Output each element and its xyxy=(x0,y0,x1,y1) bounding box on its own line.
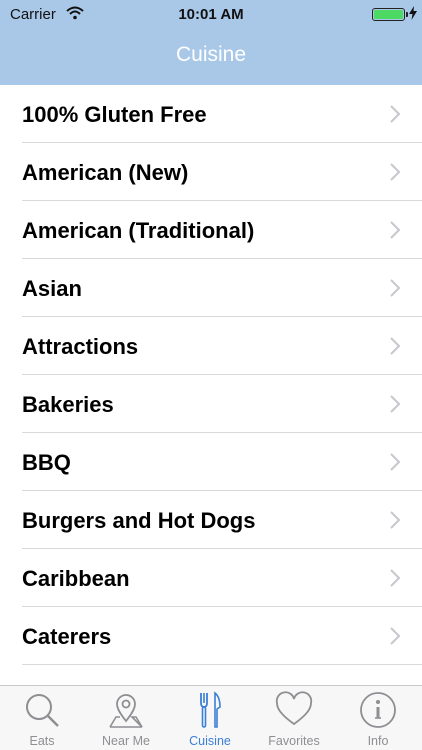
list-item[interactable]: Attractions xyxy=(0,317,422,375)
list-item-label: Caribbean xyxy=(22,566,130,591)
tab-label: Favorites xyxy=(268,734,320,748)
list-item[interactable]: Caterers xyxy=(0,607,422,665)
list-item-label: Bakeries xyxy=(22,392,114,417)
fork-knife-icon xyxy=(200,691,221,728)
tab-label: Info xyxy=(367,734,389,748)
charging-icon xyxy=(409,6,417,20)
list-item[interactable]: BBQ xyxy=(0,433,422,491)
list-item[interactable]: American (Traditional) xyxy=(0,201,422,259)
list-item-label: Caterers xyxy=(22,624,112,649)
heart-icon xyxy=(275,691,313,726)
list-item[interactable]: American (New) xyxy=(0,143,422,201)
status-bar: Carrier 10:01 AM xyxy=(0,0,422,30)
chevron-right-icon xyxy=(390,511,401,529)
list-item-label: Burgers and Hot Dogs xyxy=(22,508,256,533)
search-icon xyxy=(26,694,59,727)
list-item-label: American (Traditional) xyxy=(22,218,255,243)
info-icon xyxy=(360,692,396,728)
nav-header: Carrier 10:01 AM Cuisine xyxy=(0,0,422,85)
tab-near-me[interactable]: Near Me xyxy=(84,686,168,750)
tab-label: Near Me xyxy=(102,734,150,748)
tab-cuisine[interactable]: Cuisine xyxy=(168,686,252,750)
list-item[interactable]: Bakeries xyxy=(0,375,422,433)
chevron-right-icon xyxy=(390,627,401,645)
list-item-label: American (New) xyxy=(22,160,189,185)
tab-label: Cuisine xyxy=(189,734,231,748)
tab-eats[interactable]: Eats xyxy=(0,686,84,750)
chevron-right-icon xyxy=(390,453,401,471)
chevron-right-icon xyxy=(390,221,401,239)
battery-icon xyxy=(372,8,408,21)
status-time: 10:01 AM xyxy=(178,6,244,23)
chevron-right-icon xyxy=(390,337,401,355)
tab-label: Eats xyxy=(29,734,55,748)
cuisine-list: 100% Gluten Free American (New) American… xyxy=(0,85,422,685)
tab-bar: Eats Near Me Cuisine Favorites Info xyxy=(0,685,422,750)
list-item[interactable]: 100% Gluten Free xyxy=(0,85,422,143)
chevron-right-icon xyxy=(390,163,401,181)
chevron-right-icon xyxy=(390,395,401,413)
list-item[interactable]: Asian xyxy=(0,259,422,317)
tab-info[interactable]: Info xyxy=(336,686,420,750)
map-pin-icon xyxy=(109,694,143,728)
list-item-label: Attractions xyxy=(22,334,139,359)
list-item[interactable]: Burgers and Hot Dogs xyxy=(0,491,422,549)
chevron-right-icon xyxy=(390,105,401,123)
list-item-label: BBQ xyxy=(22,450,71,475)
list-item[interactable]: Caribbean xyxy=(0,549,422,607)
page-title: Cuisine xyxy=(175,43,247,66)
tab-favorites[interactable]: Favorites xyxy=(252,686,336,750)
list-item-label: 100% Gluten Free xyxy=(22,102,207,127)
chevron-right-icon xyxy=(390,279,401,297)
chevron-right-icon xyxy=(390,569,401,587)
list-item-label: Asian xyxy=(22,276,82,301)
